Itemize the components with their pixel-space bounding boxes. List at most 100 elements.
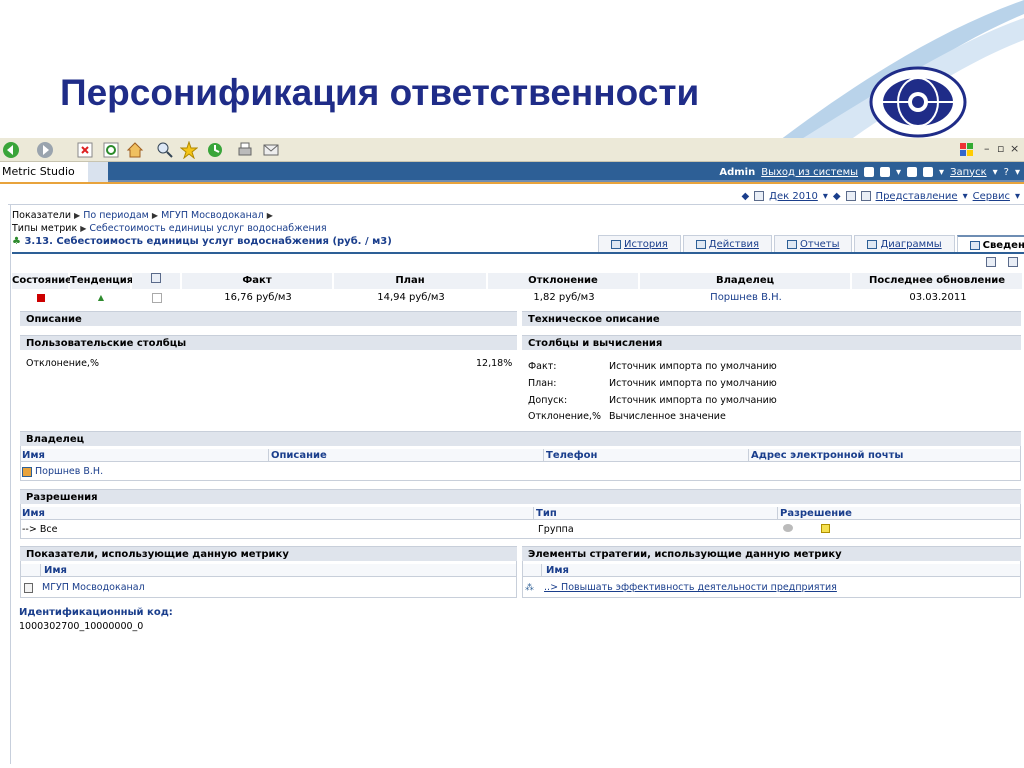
page-icon[interactable] xyxy=(864,167,875,177)
breadcrumb-periods[interactable]: По периодам xyxy=(83,210,149,221)
perm-col-permission[interactable]: Разрешение xyxy=(780,507,852,520)
owner-col-phone[interactable]: Телефон xyxy=(546,449,597,462)
indicators-section-header: Показатели, использующие данную метрику xyxy=(20,546,517,561)
comment-header-icon xyxy=(151,273,161,283)
mail-icon[interactable] xyxy=(262,141,280,159)
prev-period-icon[interactable]: ◆ xyxy=(741,191,749,202)
metric-icon: ♣ xyxy=(12,236,21,247)
period-selector[interactable]: Дек 2010 xyxy=(769,191,818,202)
print-icon[interactable] xyxy=(236,141,254,159)
tab-actions[interactable]: Действия xyxy=(682,235,772,253)
dropdown-arrow-icon-2[interactable]: ▾ xyxy=(939,167,944,178)
breadcrumb-org[interactable]: МГУП Мосводоканал xyxy=(161,210,264,221)
col-updated: Последнее обновление xyxy=(852,273,1024,289)
col-trend: Тенденция xyxy=(70,273,133,289)
tab-underline xyxy=(12,252,1024,254)
strategy-tree-icon: ⁂ xyxy=(525,582,534,593)
minimize-button[interactable]: – xyxy=(984,142,990,155)
slide-title: Персонификация ответственности xyxy=(60,72,700,113)
tab-history[interactable]: История xyxy=(598,235,681,253)
owner-name-link[interactable]: Поршнев В.Н. xyxy=(35,466,103,477)
home-icon[interactable] xyxy=(126,141,144,159)
status-red-square-icon xyxy=(37,294,45,302)
perm-col-name[interactable]: Имя xyxy=(22,507,45,520)
deviation-value: 1,82 руб/м3 xyxy=(533,292,595,303)
owner-link[interactable]: Поршнев В.Н. xyxy=(640,290,852,306)
col-divider xyxy=(268,449,269,462)
col-divider xyxy=(543,449,544,462)
owner-section-header: Владелец xyxy=(20,431,1021,446)
search-icon[interactable] xyxy=(156,141,174,159)
breadcrumb-arrow-icon: ▶ xyxy=(151,211,159,220)
service-menu[interactable]: Сервис xyxy=(973,191,1010,202)
dropdown-arrow-icon[interactable]: ▾ xyxy=(896,167,901,178)
service-dropdown-icon[interactable]: ▾ xyxy=(1015,191,1020,202)
refresh-icon[interactable] xyxy=(102,141,120,159)
summary-table-header: Состояние Тенденция Факт План Отклонение… xyxy=(12,273,1024,289)
col-fact: Факт xyxy=(182,273,334,289)
note-icon[interactable] xyxy=(821,524,830,533)
dropdown-arrow-icon-3[interactable]: ▾ xyxy=(993,167,998,178)
comment-cell[interactable] xyxy=(132,290,182,306)
owner-col-email[interactable]: Адрес электронной почты xyxy=(751,449,903,462)
document-icon xyxy=(24,582,33,593)
forward-icon[interactable] xyxy=(36,141,54,159)
logout-link[interactable]: Выход из системы xyxy=(761,167,858,178)
app-name-gap xyxy=(88,162,108,182)
help-button[interactable]: ? xyxy=(1004,167,1009,178)
favorites-icon[interactable] xyxy=(180,141,198,159)
secondary-toolbar: ◆ Дек 2010 ▾ ◆ Представление ▾ Сервис ▾ xyxy=(741,188,1024,204)
metric-title-row: ♣ 3.13. Себестоимость единицы услуг водо… xyxy=(12,236,392,247)
owner-col-description[interactable]: Описание xyxy=(271,449,327,462)
calc-value-plan: Источник импорта по умолчанию xyxy=(609,378,777,389)
breadcrumb-arrow-icon: ▶ xyxy=(266,211,273,220)
view-menu[interactable]: Представление xyxy=(876,191,958,202)
period-dropdown-icon[interactable]: ▾ xyxy=(823,191,828,202)
list-item: МГУП Мосводоканал xyxy=(24,582,145,593)
print-page-icon[interactable] xyxy=(845,191,856,201)
perm-name: Все xyxy=(39,524,58,535)
calc-label-plan: План: xyxy=(528,378,557,389)
owner-col-name[interactable]: Имя xyxy=(22,449,45,462)
restore-button[interactable]: ▫ xyxy=(997,142,1004,155)
close-button[interactable]: × xyxy=(1010,142,1019,155)
launch-menu[interactable]: Запуск xyxy=(950,167,987,178)
back-icon[interactable] xyxy=(2,141,20,159)
indicators-col-name[interactable]: Имя xyxy=(44,564,67,577)
dropdown-arrow-icon-4[interactable]: ▾ xyxy=(1015,167,1020,178)
tab-charts[interactable]: Диаграммы xyxy=(854,235,955,253)
user-col-value: 12,18% xyxy=(476,358,513,369)
description-header: Описание xyxy=(20,311,517,326)
windows-logo-icon xyxy=(960,143,973,156)
back-nav-icon[interactable] xyxy=(907,167,918,177)
bookmark-icon[interactable] xyxy=(860,191,871,201)
status-indicator xyxy=(12,290,70,306)
content-left-border xyxy=(10,204,11,764)
strategy-col-name[interactable]: Имя xyxy=(546,564,569,577)
export-icon[interactable] xyxy=(1008,257,1018,267)
view-dropdown-icon[interactable]: ▾ xyxy=(963,191,968,202)
app-header-actions: Admin Выход из системы ▾ ▾ Запуск ▾ ? ▾ xyxy=(719,162,1024,182)
tab-actions-label: Действия xyxy=(708,239,759,250)
indicator-link[interactable]: МГУП Мосводоканал xyxy=(42,582,145,593)
home-menu-icon[interactable] xyxy=(880,167,891,177)
calendar-icon[interactable] xyxy=(754,191,765,201)
col-divider xyxy=(533,507,534,520)
perm-col-type[interactable]: Тип xyxy=(536,507,557,520)
history-icon[interactable] xyxy=(206,141,224,159)
identifier-label: Идентификационный код: xyxy=(19,607,173,618)
reports-tab-icon xyxy=(787,240,797,249)
calc-columns-header: Столбцы и вычисления xyxy=(522,335,1021,350)
breadcrumb-metric-type[interactable]: Себестоимость единицы услуг водоснабжени… xyxy=(89,223,326,234)
calc-label-tolerance: Допуск: xyxy=(528,395,568,406)
stop-icon[interactable] xyxy=(76,141,94,159)
strategy-link[interactable]: ..> Повышать эффективность деятельности … xyxy=(544,582,837,593)
tech-description-header: Техническое описание xyxy=(522,311,1021,326)
info-icon[interactable] xyxy=(923,167,934,177)
eye-icon[interactable] xyxy=(783,524,793,532)
edit-icon[interactable] xyxy=(986,257,996,267)
next-period-icon[interactable]: ◆ xyxy=(833,191,841,202)
comment-icon[interactable] xyxy=(152,293,162,303)
tab-details[interactable]: Сведения xyxy=(956,235,1024,253)
tab-reports[interactable]: Отчеты xyxy=(774,235,853,253)
